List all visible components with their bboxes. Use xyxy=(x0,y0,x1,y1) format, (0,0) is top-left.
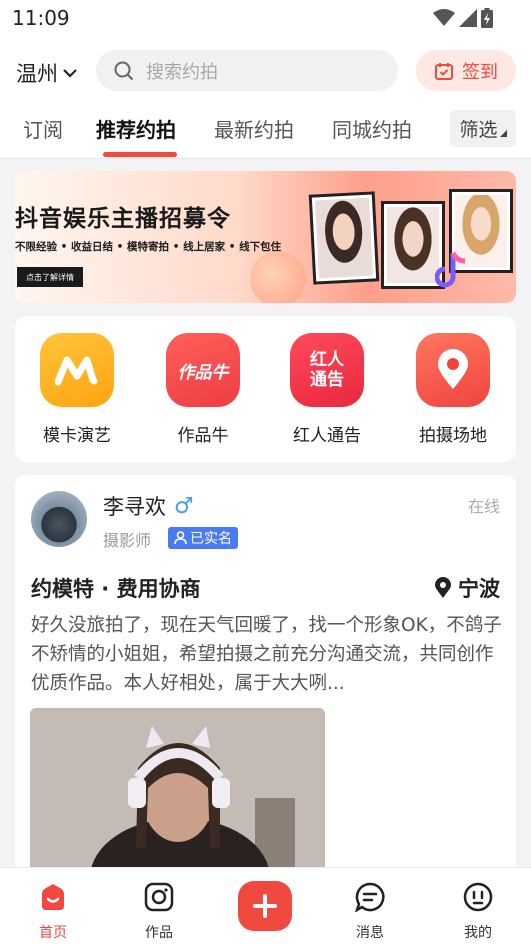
quick-action-zuopinniu[interactable]: 作品牛 作品牛 xyxy=(153,333,253,446)
tab-subscribe[interactable]: 订阅 xyxy=(23,114,63,143)
filter-triangle-icon xyxy=(499,130,507,137)
male-gender-icon: ♂ xyxy=(174,493,194,519)
map-pin-icon xyxy=(435,577,451,598)
city-label: 温州 xyxy=(16,62,58,86)
nav-works[interactable]: 作品 xyxy=(129,882,189,942)
tab-latest[interactable]: 最新约拍 xyxy=(214,114,294,143)
tab-same-city[interactable]: 同城约拍 xyxy=(332,114,412,143)
banner-subtitle: 不限经验 • 收益日结 • 模特寄拍 • 线上居家 • 线下包住 xyxy=(15,241,282,253)
verified-label: 已实名 xyxy=(190,531,232,547)
quick-action-label: 模卡演艺 xyxy=(43,426,111,446)
verified-badge: 已实名 xyxy=(168,527,238,549)
camera-icon xyxy=(144,882,174,912)
post-location: 宁波 xyxy=(434,573,500,603)
battery-icon xyxy=(481,8,493,28)
nav-home[interactable]: 首页 xyxy=(23,882,83,942)
author-role: 摄影师 xyxy=(103,531,152,550)
plus-icon xyxy=(253,894,277,918)
calendar-check-icon xyxy=(435,62,453,80)
nav-label: 消息 xyxy=(356,925,384,941)
username: 李寻欢 xyxy=(103,495,166,519)
quick-actions-panel: 模卡演艺 作品牛 作品牛 红人 通告 红人通告 拍摄场地 xyxy=(15,316,516,462)
status-bar: 11:09 xyxy=(0,0,531,36)
quick-action-label: 红人通告 xyxy=(293,426,361,446)
post-body: 好久没旅拍了，现在天气回暖了，找一个形象OK，不鸽子不矫情的小姐姐，希望拍摄之前… xyxy=(31,615,502,694)
promo-banner[interactable]: 抖音娱乐主播招募令 不限经验 • 收益日结 • 模特寄拍 • 线上居家 • 线下… xyxy=(15,171,516,303)
profile-icon xyxy=(463,882,493,912)
status-time: 11:09 xyxy=(12,6,70,30)
person-icon xyxy=(174,531,187,545)
avatar[interactable] xyxy=(31,491,87,547)
nav-label: 首页 xyxy=(39,925,67,941)
wifi-icon xyxy=(433,9,455,26)
top-header: 温州 搜索约拍 签到 订阅 推荐约拍 最新约拍 同城约拍 筛选 xyxy=(0,36,531,158)
post-author[interactable]: 李寻欢 ♂ xyxy=(103,491,194,521)
city-selector[interactable]: 温州 xyxy=(16,58,78,88)
header-divider xyxy=(0,158,531,159)
filter-button[interactable]: 筛选 xyxy=(450,110,516,147)
signin-button[interactable]: 签到 xyxy=(416,50,516,91)
status-icons xyxy=(433,8,493,28)
quick-action-label: 拍摄场地 xyxy=(419,426,487,446)
zuopinniu-logo-text: 作品牛 xyxy=(177,362,229,383)
quick-action-label: 作品牛 xyxy=(177,426,229,446)
search-icon xyxy=(114,61,134,80)
search-input[interactable]: 搜索约拍 xyxy=(96,50,398,91)
nav-profile[interactable]: 我的 xyxy=(448,882,508,942)
bottom-nav: 首页 作品 消息 我的 xyxy=(0,867,531,944)
filter-label: 筛选 xyxy=(459,119,498,141)
location-pin-icon xyxy=(416,333,490,407)
banner-photo-1 xyxy=(308,191,380,285)
banner-title: 抖音娱乐主播招募令 xyxy=(15,206,231,232)
nav-messages[interactable]: 消息 xyxy=(340,882,400,942)
m-logo-icon xyxy=(40,333,114,407)
nav-label: 我的 xyxy=(464,925,492,941)
tiktok-note-icon xyxy=(435,251,466,288)
signin-label: 签到 xyxy=(462,61,498,83)
publish-button[interactable] xyxy=(238,881,292,931)
quick-action-moka[interactable]: 模卡演艺 xyxy=(27,333,127,446)
location-label: 宁波 xyxy=(458,577,500,601)
online-status: 在线 xyxy=(467,497,500,516)
banner-details-button[interactable]: 点击了解详情 xyxy=(17,267,83,287)
message-icon xyxy=(354,882,385,913)
search-placeholder: 搜索约拍 xyxy=(146,61,218,83)
nav-label: 作品 xyxy=(145,925,173,941)
quick-action-hongren[interactable]: 红人 通告 红人通告 xyxy=(277,333,377,446)
hongren-tonggao-icon: 红人 通告 xyxy=(290,333,364,407)
quick-action-venue[interactable]: 拍摄场地 xyxy=(403,333,503,446)
home-icon xyxy=(42,884,64,910)
post-title: 约模特 · 费用协商 xyxy=(31,577,201,601)
zuopinniu-logo-icon: 作品牛 xyxy=(166,333,240,407)
hongren-logo-text: 红人 通告 xyxy=(310,350,344,390)
post-card[interactable]: 李寻欢 ♂ 摄影师 已实名 在线 约模特 · 费用协商 宁波 好久没旅拍了，现在… xyxy=(15,475,516,895)
banner-decoration xyxy=(250,251,306,303)
chevron-down-icon xyxy=(63,69,77,78)
active-tab-indicator xyxy=(103,152,177,157)
signal-icon xyxy=(459,9,477,27)
tab-bar: 订阅 推荐约拍 最新约拍 同城约拍 筛选 xyxy=(0,110,531,158)
tab-recommended[interactable]: 推荐约拍 xyxy=(96,114,176,143)
